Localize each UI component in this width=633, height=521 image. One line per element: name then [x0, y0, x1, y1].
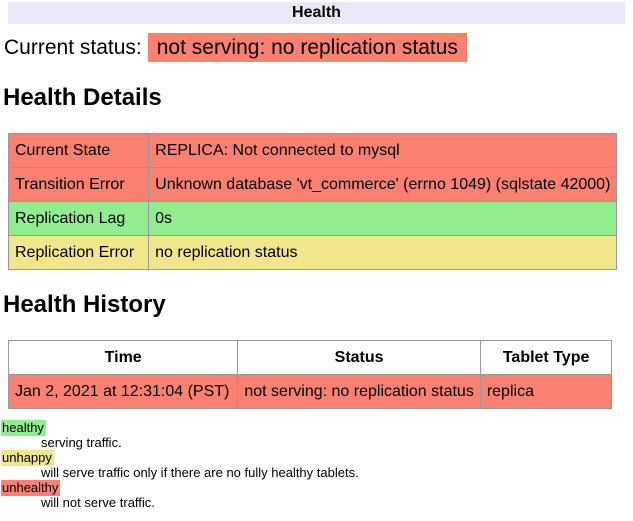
detail-row-current-state: Current State REPLICA: Not connected to …: [9, 134, 617, 168]
history-header-row: Time Status Tablet Type: [9, 341, 612, 375]
detail-label: Current State: [9, 134, 149, 168]
detail-row-replication-error: Replication Error no replication status: [9, 236, 617, 270]
detail-value: Unknown database 'vt_commerce' (errno 10…: [149, 168, 617, 202]
detail-label: Replication Lag: [9, 202, 149, 236]
history-col-status: Status: [238, 341, 480, 375]
legend-description: serving traffic.: [41, 435, 625, 450]
history-row: Jan 2, 2021 at 12:31:04 (PST) not servin…: [9, 375, 612, 409]
detail-value: no replication status: [149, 236, 617, 270]
detail-row-replication-lag: Replication Lag 0s: [9, 202, 617, 236]
detail-value: REPLICA: Not connected to mysql: [149, 134, 617, 168]
history-col-tablet-type: Tablet Type: [480, 341, 612, 375]
page-header: Health: [8, 2, 625, 24]
legend-term: healthy: [1, 420, 625, 435]
health-legend: healthy serving traffic. unhappy will se…: [1, 420, 625, 510]
current-status-value: not serving: no replication status: [148, 33, 467, 62]
history-status-cell: not serving: no replication status: [238, 375, 480, 409]
detail-label: Replication Error: [9, 236, 149, 270]
legend-term-healthy: healthy: [1, 420, 46, 436]
current-status-label: Current status:: [4, 36, 142, 59]
history-col-time: Time: [9, 341, 238, 375]
legend-term-unhealthy: unhealthy: [1, 480, 60, 496]
section-title-health-history: Health History: [3, 291, 625, 319]
health-details-table: Current State REPLICA: Not connected to …: [8, 133, 617, 270]
section-title-health-details: Health Details: [3, 84, 625, 112]
legend-description: will not serve traffic.: [41, 495, 625, 510]
history-time-cell: Jan 2, 2021 at 12:31:04 (PST): [9, 375, 238, 409]
health-history-table: Time Status Tablet Type Jan 2, 2021 at 1…: [8, 340, 612, 409]
detail-value: 0s: [149, 202, 617, 236]
history-tablet-type-cell: replica: [480, 375, 612, 409]
detail-label: Transition Error: [9, 168, 149, 202]
current-status: Current status: not serving: no replicati…: [4, 33, 625, 63]
legend-term: unhealthy: [1, 480, 625, 495]
legend-term-unhappy: unhappy: [1, 450, 54, 466]
detail-row-transition-error: Transition Error Unknown database 'vt_co…: [9, 168, 617, 202]
legend-description: will serve traffic only if there are no …: [41, 465, 625, 480]
legend-term: unhappy: [1, 450, 625, 465]
